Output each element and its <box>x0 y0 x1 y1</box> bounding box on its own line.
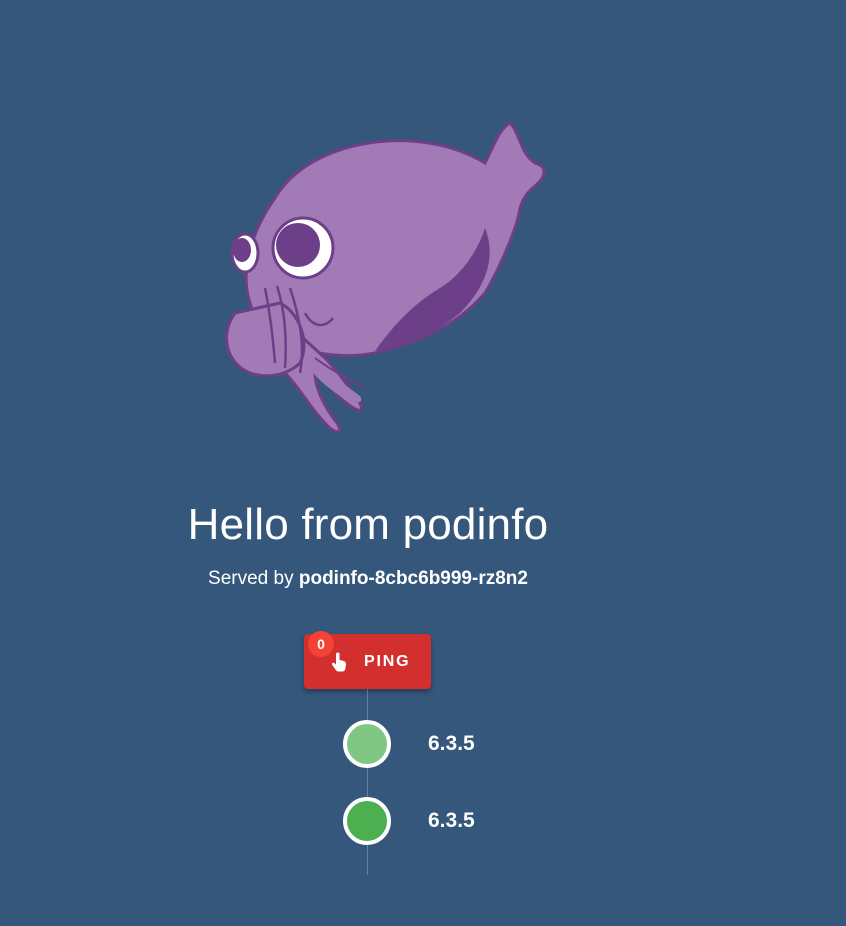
timeline-item: 6.3.5 <box>343 720 643 768</box>
timeline-version: 6.3.5 <box>428 809 475 832</box>
touch-app-icon <box>330 652 348 672</box>
page-title: Hello from podinfo <box>187 500 549 549</box>
podinfo-mascot-icon <box>215 118 555 448</box>
timeline-connector <box>367 689 368 875</box>
served-by-label: Served by <box>208 568 294 589</box>
timeline-item: 6.3.5 <box>343 797 643 845</box>
timeline-dot <box>343 797 391 845</box>
hostname: podinfo-8cbc6b999-rz8n2 <box>298 568 528 589</box>
ping-button-label: PING <box>364 652 411 670</box>
timeline-dot <box>343 720 391 768</box>
ping-count-badge: 0 <box>308 631 334 657</box>
timeline-version: 6.3.5 <box>428 732 475 755</box>
served-by-text: Served by podinfo-8cbc6b999-rz8n2 <box>0 568 736 590</box>
